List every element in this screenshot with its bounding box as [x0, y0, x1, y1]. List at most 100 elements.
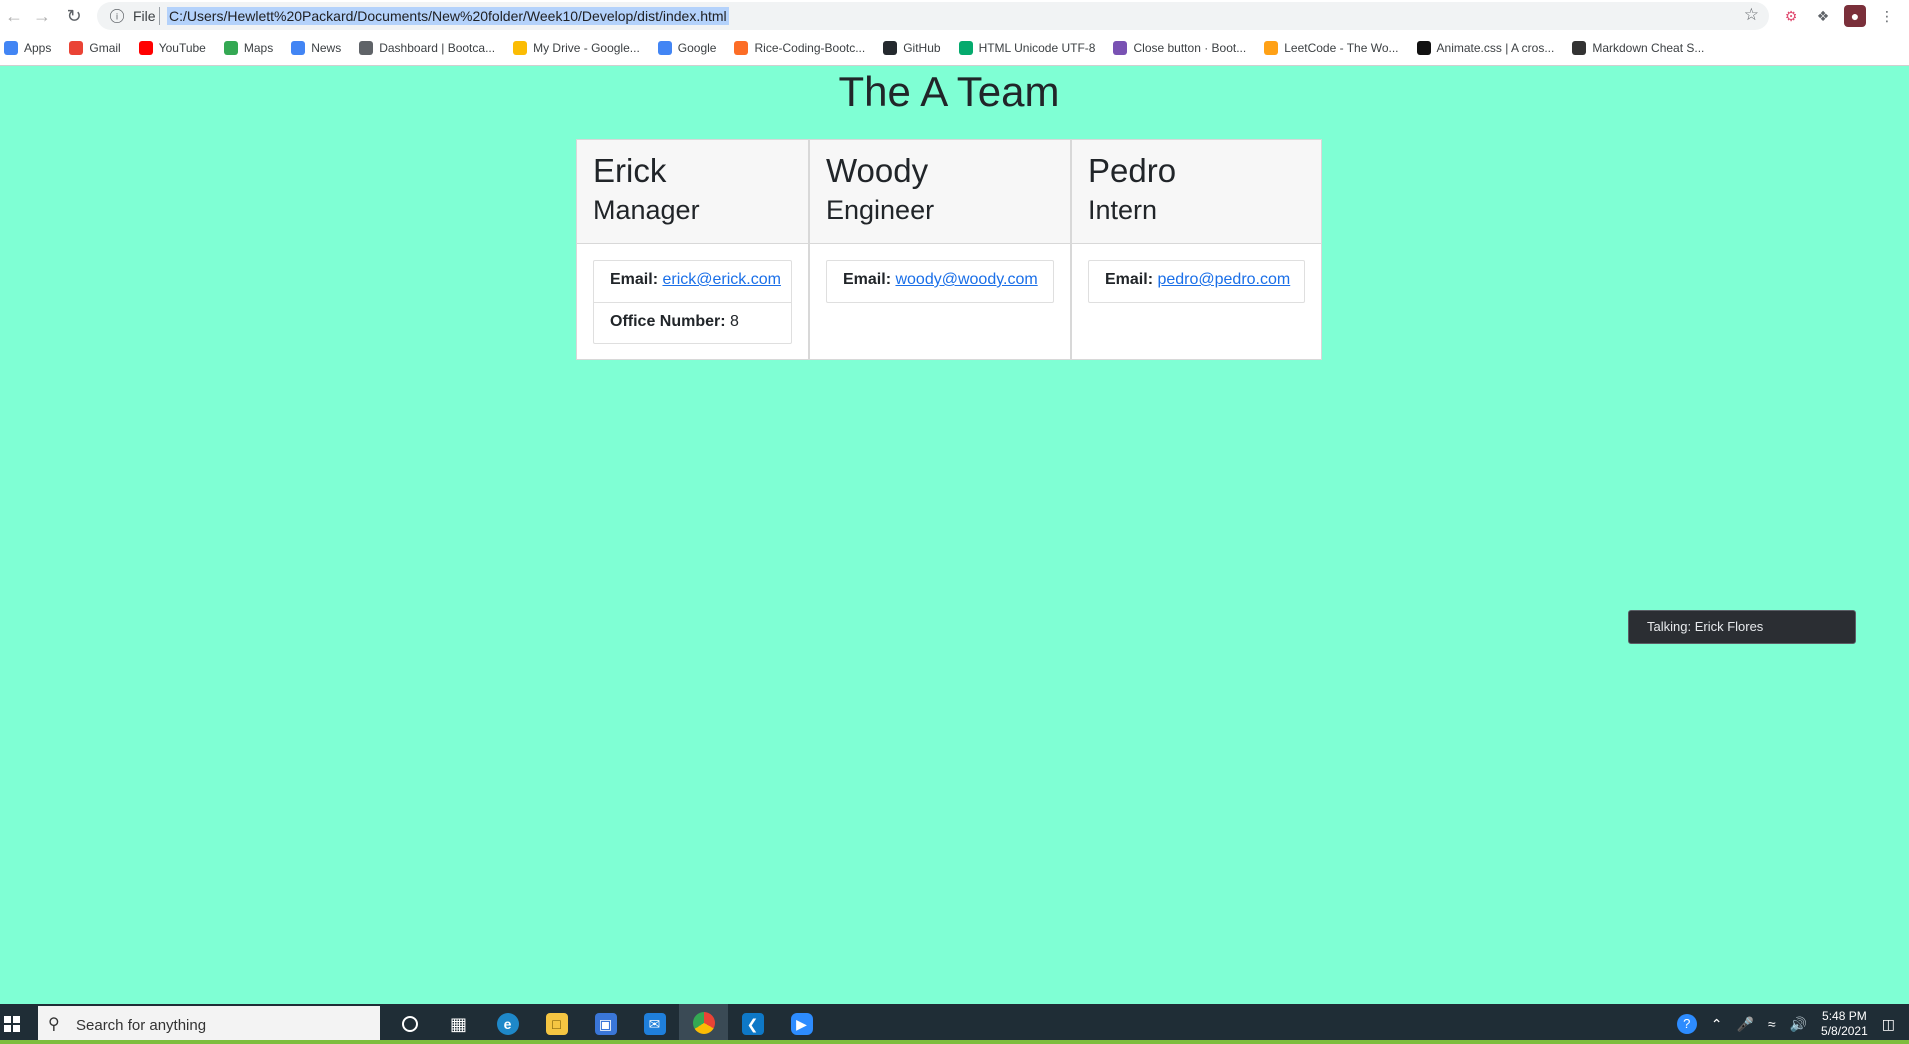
taskbar-accent-strip — [0, 1040, 1909, 1044]
wifi-icon[interactable]: ≈ — [1768, 1016, 1776, 1032]
store-icon[interactable]: ▣ — [581, 1004, 630, 1044]
bookmarks-bar: Apps Gmail YouTube Maps News Dashboard | Boot… — [0, 36, 1909, 60]
bookmark-item[interactable]: Close button · Boot... — [1113, 41, 1246, 55]
clock-date: 5/8/2021 — [1821, 1024, 1868, 1038]
bookmark-item[interactable]: YouTube — [138, 41, 206, 55]
news-icon — [291, 41, 306, 55]
help-icon[interactable]: ? — [1676, 1014, 1697, 1034]
google-drive-icon — [513, 41, 528, 55]
leetcode-icon — [1264, 41, 1279, 55]
url-scheme-label: File — [133, 8, 156, 24]
bookmark-label: Dashboard | Bootca... — [379, 41, 496, 55]
volume-icon[interactable]: 🔊 — [1790, 1016, 1807, 1033]
clock-time: 5:48 PM — [1822, 1009, 1867, 1023]
profile-avatar[interactable]: ● — [1844, 5, 1866, 27]
employee-role: Engineer — [826, 194, 935, 225]
windows-logo-icon — [4, 1016, 20, 1032]
task-view-icon[interactable]: ▦ — [434, 1004, 483, 1044]
card-body: Email: erick@erick.com Office Number: 8 — [577, 244, 808, 360]
card-header: Pedro Intern — [1072, 140, 1321, 244]
chevron-up-icon[interactable]: ⌃ — [1711, 1016, 1723, 1033]
details-list: Email: woody@woody.com — [826, 260, 1054, 303]
system-tray: ? ⌃ 🎤 ≈ 🔊 5:48 PM 5/8/2021 ◫ — [1676, 1004, 1909, 1044]
bookmark-label: HTML Unicode UTF-8 — [978, 41, 1096, 55]
bookmark-item[interactable]: My Drive - Google... — [513, 41, 640, 55]
email-label: Email: — [1105, 271, 1154, 288]
zoom-icon[interactable]: ▶ — [777, 1004, 826, 1044]
extension-badge-icon[interactable]: ⚙ — [1780, 5, 1802, 27]
chrome-icon[interactable] — [679, 1004, 728, 1044]
bootstrap-icon — [1113, 41, 1128, 55]
puzzle-icon[interactable]: ❖ — [1812, 5, 1834, 27]
bookmark-item[interactable]: Markdown Cheat S... — [1572, 41, 1704, 55]
employee-role: Manager — [593, 194, 700, 225]
employee-card: Pedro Intern Email: pedro@pedro.com — [1071, 139, 1322, 360]
bookmark-item[interactable]: GitHub — [883, 41, 941, 55]
url-text[interactable]: C:/Users/Hewlett%20Packard/Documents/New… — [167, 7, 729, 25]
bookmark-item[interactable]: Animate.css | A cros... — [1416, 41, 1555, 55]
email-link[interactable]: pedro@pedro.com — [1157, 271, 1290, 288]
details-list: Email: erick@erick.com Office Number: 8 — [593, 260, 792, 344]
bookmark-item[interactable]: Gmail — [69, 41, 121, 55]
apps-grid-icon — [4, 41, 18, 55]
pinned-apps: ▦ e □ ▣ ✉ ❮ ▶ — [385, 1004, 826, 1044]
bookmark-label: Rice-Coding-Bootc... — [754, 41, 866, 55]
bookmark-item[interactable]: Rice-Coding-Bootc... — [734, 41, 865, 55]
email-link[interactable]: woody@woody.com — [895, 271, 1037, 288]
bookmark-item[interactable]: Maps — [223, 41, 274, 55]
card-header: Woody Engineer — [810, 140, 1070, 244]
employee-card: Erick Manager Email: erick@erick.com Off… — [576, 139, 809, 360]
taskbar-clock[interactable]: 5:48 PM 5/8/2021 — [1821, 1009, 1868, 1039]
markdown-icon — [1572, 41, 1587, 55]
menu-kebab-icon[interactable]: ⋮ — [1876, 5, 1898, 27]
bookmark-item[interactable]: News — [291, 41, 341, 55]
maps-pin-icon — [223, 41, 238, 55]
bookmark-label: News — [311, 41, 342, 55]
bookmark-label: Google — [677, 41, 717, 55]
animate-icon — [1416, 41, 1431, 55]
office-number-item: Office Number: 8 — [594, 302, 791, 343]
forward-arrow-icon[interactable]: → — [30, 4, 54, 28]
dashboard-icon — [359, 41, 374, 55]
bookmark-star-icon[interactable]: ☆ — [1744, 5, 1759, 25]
mail-icon[interactable]: ✉ — [630, 1004, 679, 1044]
team-cards: Erick Manager Email: erick@erick.com Off… — [576, 139, 1322, 360]
email-link[interactable]: erick@erick.com — [662, 271, 780, 288]
card-body: Email: woody@woody.com — [810, 244, 1070, 319]
bookmark-label: Animate.css | A cros... — [1436, 41, 1555, 55]
gitlab-icon — [734, 41, 749, 55]
site-info-icon[interactable]: i — [110, 9, 124, 23]
employee-card: Woody Engineer Email: woody@woody.com — [809, 139, 1071, 360]
email-item: Email: erick@erick.com — [594, 261, 791, 302]
windows-taskbar: ⚲ Search for anything ▦ e □ ▣ ✉ ❮ ▶ ? ⌃ … — [0, 1004, 1909, 1044]
github-icon — [883, 41, 898, 55]
office-number-value: 8 — [730, 313, 739, 330]
taskbar-search-box[interactable]: ⚲ Search for anything — [38, 1006, 380, 1042]
vscode-icon[interactable]: ❮ — [728, 1004, 777, 1044]
bookmark-item[interactable]: HTML Unicode UTF-8 — [958, 41, 1096, 55]
edge-icon[interactable]: e — [483, 1004, 532, 1044]
start-button[interactable] — [0, 1004, 36, 1044]
bookmark-item[interactable]: Google — [657, 41, 717, 55]
employee-name: Woody — [826, 152, 929, 189]
bookmark-label: My Drive - Google... — [533, 41, 640, 55]
address-bar[interactable]: i File C:/Users/Hewlett%20Packard/Docume… — [97, 2, 1769, 30]
bookmark-label: Maps — [243, 41, 274, 55]
bookmark-label: YouTube — [158, 41, 206, 55]
bookmark-item[interactable]: Dashboard | Bootca... — [359, 41, 495, 55]
cortana-icon[interactable] — [385, 1004, 434, 1044]
bookmark-item[interactable]: LeetCode - The Wo... — [1264, 41, 1399, 55]
microphone-icon[interactable]: 🎤 — [1736, 1016, 1753, 1033]
card-body: Email: pedro@pedro.com — [1072, 244, 1321, 319]
youtube-icon — [138, 41, 153, 55]
email-item: Email: woody@woody.com — [827, 261, 1053, 302]
bookmark-item[interactable]: Apps — [4, 41, 51, 55]
reload-icon[interactable]: ↻ — [62, 4, 86, 28]
notification-center-icon[interactable]: ◫ — [1882, 1016, 1895, 1033]
file-explorer-icon[interactable]: □ — [532, 1004, 581, 1044]
gmail-icon — [69, 41, 84, 55]
email-label: Email: — [610, 271, 659, 288]
email-label: Email: — [843, 271, 892, 288]
back-arrow-icon[interactable]: ← — [2, 4, 26, 28]
employee-role: Intern — [1088, 194, 1158, 225]
